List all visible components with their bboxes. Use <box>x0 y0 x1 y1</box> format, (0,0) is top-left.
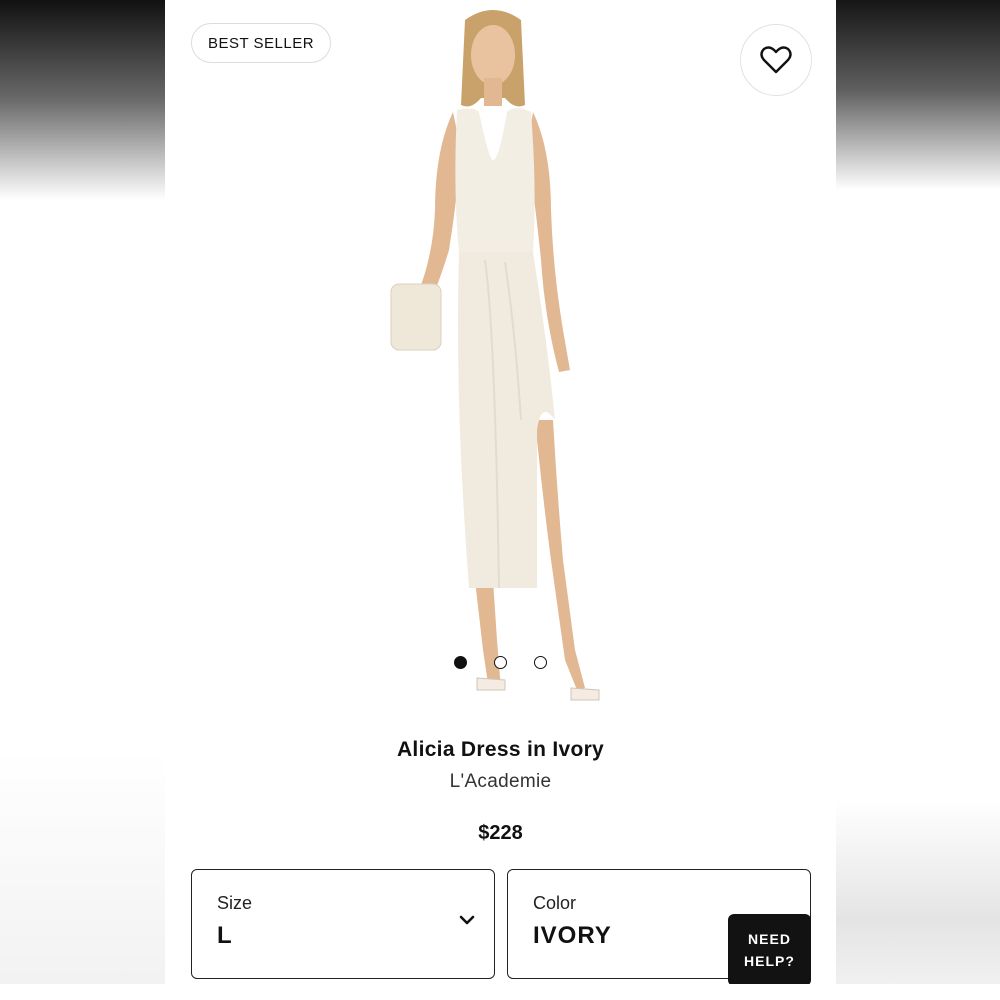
gallery-dot-2[interactable] <box>494 656 507 669</box>
bottom-strip <box>0 984 1000 1000</box>
size-select[interactable]: Size L <box>191 869 495 979</box>
product-title: Alicia Dress in Ivory <box>396 738 605 761</box>
color-label: Color <box>533 893 577 913</box>
favorite-button[interactable] <box>740 24 812 96</box>
gallery-dot-1[interactable] <box>454 656 467 669</box>
best-seller-badge: BEST SELLER <box>191 23 331 63</box>
heart-icon <box>760 46 792 74</box>
product-price: $228 <box>478 822 523 844</box>
size-value: L <box>217 922 233 949</box>
chevron-down-icon <box>459 915 475 925</box>
left-backdrop <box>0 0 165 1000</box>
size-label: Size <box>217 893 253 913</box>
color-value: IVORY <box>533 922 612 949</box>
need-help-button[interactable]: NEED HELP? <box>728 914 811 986</box>
product-image[interactable] <box>365 0 625 725</box>
gallery-dot-3[interactable] <box>534 656 547 669</box>
product-card: BEST SELLER Alicia Dress in Ivory L'Acad… <box>165 0 836 1000</box>
gallery-pagination <box>165 656 836 669</box>
product-brand[interactable]: L'Academie <box>165 771 836 793</box>
need-help-line2: HELP? <box>744 953 795 969</box>
right-backdrop <box>836 0 1000 1000</box>
need-help-line1: NEED <box>748 931 791 947</box>
